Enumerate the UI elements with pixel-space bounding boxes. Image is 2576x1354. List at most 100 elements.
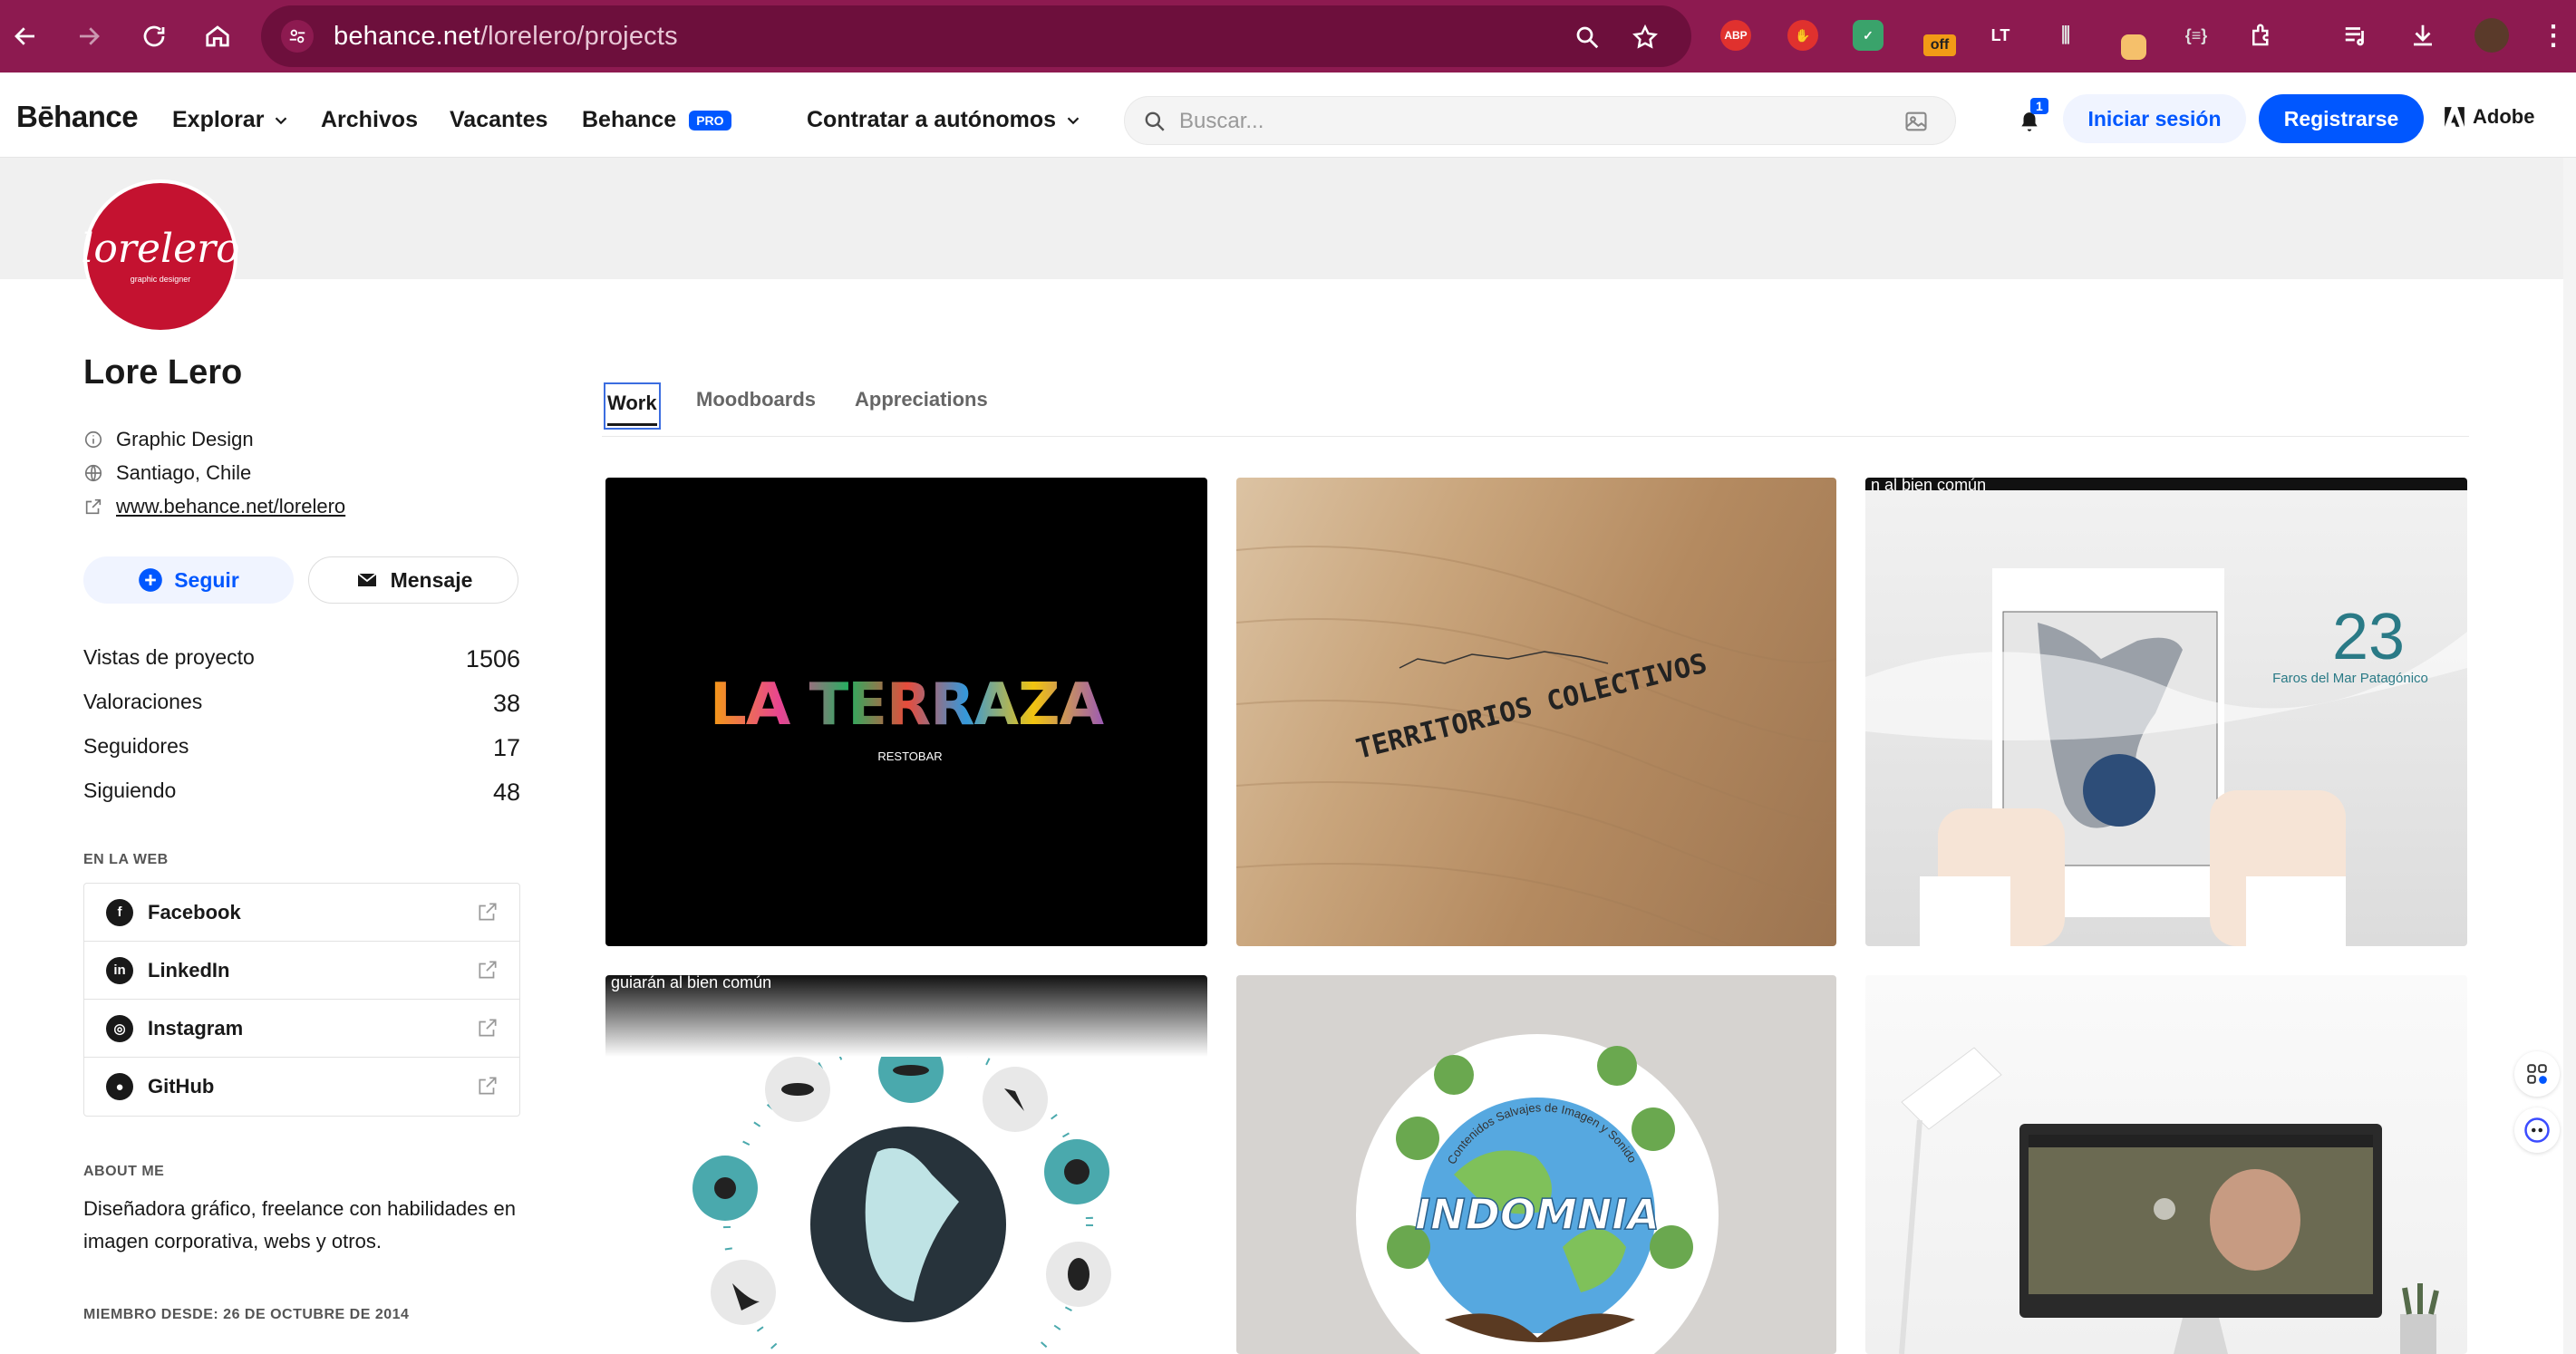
project-title: LA TERRAZA [710, 672, 1104, 739]
site-header: Bēhance Explorar Archivos Vacantes Behan… [0, 73, 2576, 158]
project-card-la-terraza[interactable]: LA TERRAZA RESTOBAR [605, 478, 1207, 946]
notification-count-badge: 1 [2030, 98, 2048, 114]
download-icon[interactable] [2407, 20, 2438, 51]
project-card-animals-circle[interactable]: guiarán al bien común [605, 975, 1207, 1354]
apps-grid-icon[interactable] [2514, 1051, 2560, 1097]
stat-followers[interactable]: Seguidores 17 [83, 734, 520, 762]
tab-moodboards[interactable]: Moodboards [696, 388, 816, 411]
extensions-puzzle-icon[interactable] [2246, 20, 2277, 51]
follow-button[interactable]: Seguir [83, 556, 294, 604]
adobe-link[interactable]: Adobe [2442, 105, 2534, 129]
indomnia-artwork: INDOMNIA Contenidos Salvajes de Imagen y… [1356, 1034, 1719, 1354]
chevron-down-icon [276, 116, 287, 124]
external-link-icon [479, 961, 497, 979]
zoom-icon[interactable] [1574, 24, 1601, 51]
dropper-extension-icon[interactable] [2121, 34, 2146, 60]
nav-behance-pro[interactable]: Behance PRO [582, 107, 731, 133]
desk-artwork [1899, 1047, 2439, 1354]
search-bar [1124, 96, 1956, 145]
signup-button[interactable]: Registrarse [2259, 94, 2424, 143]
external-link-icon [85, 498, 102, 515]
project-caption: n al bien común [1871, 478, 1987, 494]
project-subtitle: RESTOBAR [877, 750, 942, 763]
url-text[interactable]: behance.net/lorelero/projects [334, 22, 678, 52]
bookmark-star-icon[interactable] [1632, 24, 1659, 51]
profile-name: Lore Lero [83, 353, 243, 392]
weblink-github[interactable]: ● GitHub [84, 1058, 519, 1116]
stat-following[interactable]: Siguiendo 48 [83, 779, 520, 807]
assistant-bot-icon[interactable] [2514, 1107, 2560, 1153]
envelope-icon [357, 573, 377, 586]
profile-banner [0, 158, 2563, 279]
stat-number: 23 [2332, 601, 2405, 673]
search-input[interactable] [1179, 106, 1868, 137]
project-caption: guiarán al bien común [611, 975, 772, 991]
address-bar[interactable]: behance.net/lorelero/projects [261, 5, 1691, 67]
external-link-icon [479, 903, 497, 921]
profile-occupation: Graphic Design [83, 428, 254, 451]
stat-project-views: Vistas de proyecto 1506 [83, 645, 520, 672]
reload-icon[interactable] [134, 16, 174, 56]
web-links-list: f Facebook in LinkedIn ◎ Instagram ● Git… [83, 883, 520, 1117]
nav-jobs[interactable]: Vacantes [450, 107, 547, 133]
login-button[interactable]: Iniciar sesión [2063, 94, 2246, 143]
adblock-extension-icon[interactable]: ABP [1720, 20, 1751, 51]
profile-location: Santiago, Chile [83, 461, 251, 485]
stop-hand-extension-icon[interactable]: ✋ [1787, 20, 1818, 51]
back-icon[interactable] [5, 16, 45, 56]
avatar: lorelero graphic designer [81, 179, 240, 334]
nav-hire-freelancers[interactable]: Contratar a autónomos [807, 107, 1083, 133]
github-icon: ● [106, 1073, 133, 1100]
globe-icon [84, 464, 102, 482]
adobe-logo-icon [2445, 107, 2465, 127]
nav-archives[interactable]: Archivos [321, 107, 418, 133]
notifications-button[interactable]: 1 [2016, 98, 2048, 136]
stat-label: Faros del Mar Patagónico [2272, 671, 2428, 686]
menu-kebab-icon[interactable]: ⋮ [2538, 20, 2569, 51]
tab-work[interactable]: Work [604, 382, 661, 430]
profile-website[interactable]: www.behance.net/lorelero [83, 495, 345, 518]
weblink-facebook[interactable]: f Facebook [84, 884, 519, 942]
project-title: TERRITORIOS COLECTIVOS [1353, 648, 1710, 766]
search-icon [1145, 111, 1165, 131]
stat-appreciations: Valoraciones 38 [83, 690, 520, 717]
external-link-icon [479, 1019, 497, 1037]
external-link-icon [479, 1077, 497, 1095]
image-search-icon[interactable] [1903, 109, 1930, 134]
paint-extension-icon[interactable]: ⫼ [2050, 20, 2081, 51]
media-playlist-icon[interactable] [2340, 20, 2371, 51]
chevron-down-icon [1067, 116, 1080, 124]
project-title: INDOMNIA [1415, 1190, 1660, 1239]
page-scrollbar[interactable] [2563, 158, 2576, 1354]
browser-toolbar: behance.net/lorelero/projects ABP ✋ ✓ of… [0, 0, 2576, 73]
tab-appreciations[interactable]: Appreciations [855, 388, 988, 411]
instagram-icon: ◎ [106, 1014, 133, 1042]
project-card-desk-imac[interactable] [1865, 975, 2467, 1354]
home-icon[interactable] [198, 16, 237, 56]
check-extension-icon[interactable]: ✓ [1853, 20, 1884, 51]
plus-circle-icon [139, 568, 163, 592]
project-card-territorios-colectivos[interactable]: TERRITORIOS COLECTIVOS [1236, 478, 1836, 946]
about-heading: ABOUT ME [83, 1164, 165, 1179]
nav-explore[interactable]: Explorar [172, 107, 291, 133]
behance-logo[interactable]: Bēhance [16, 100, 139, 134]
member-since: MIEMBRO DESDE: 26 DE OCTUBRE DE 2014 [83, 1307, 410, 1322]
map-artwork: 23 Faros del Mar Patagónico [1865, 568, 2467, 946]
site-settings-icon[interactable] [281, 20, 314, 53]
weblink-linkedin[interactable]: in LinkedIn [84, 942, 519, 1000]
about-text: Diseñadora gráfico, freelance con habili… [83, 1197, 516, 1252]
website-link[interactable]: www.behance.net/lorelero [116, 495, 345, 518]
message-button[interactable]: Mensaje [308, 556, 518, 604]
off-extension-icon[interactable]: off [1923, 34, 1956, 56]
forward-icon[interactable] [69, 16, 109, 56]
project-card-indomnia[interactable]: INDOMNIA Contenidos Salvajes de Imagen y… [1236, 975, 1836, 1354]
code-extension-icon[interactable]: {≡} [2181, 20, 2212, 51]
lt-extension-icon[interactable]: LT [1985, 20, 2016, 51]
project-card-faros-patagonicos[interactable]: n al bien común 23 Faros del Mar Patagón… [1865, 478, 2467, 946]
weblink-instagram[interactable]: ◎ Instagram [84, 1000, 519, 1058]
facebook-icon: f [106, 898, 133, 926]
la-terraza-artwork: LA TERRAZA RESTOBAR [710, 672, 1105, 763]
web-links-heading: EN LA WEB [83, 852, 169, 867]
profile-avatar-icon[interactable] [2474, 18, 2509, 53]
linkedin-icon: in [106, 956, 133, 984]
